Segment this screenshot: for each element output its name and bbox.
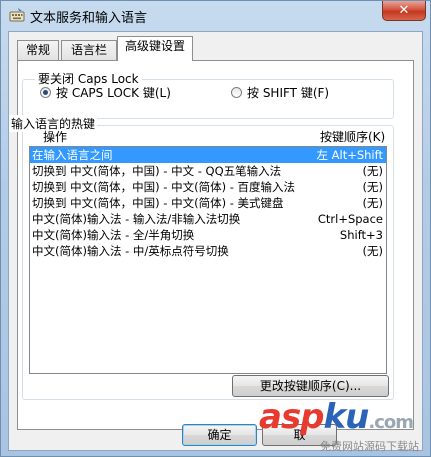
hotkey-keys: Shift+3 xyxy=(339,228,383,242)
column-header-action: 操作 xyxy=(43,130,68,144)
hotkey-row[interactable]: 中文(简体)输入法 - 中/英标点符号切换 (无) xyxy=(30,243,386,259)
hotkey-action: 切换到 中文(简体，中国) - 中文(简体) - 百度输入法 xyxy=(32,180,296,194)
radio-shift-key[interactable]: 按 SHIFT 键(F) xyxy=(231,84,329,101)
hotkey-action: 中文(简体)输入法 - 中/英标点符号切换 xyxy=(32,244,229,258)
watermark-brand-a: asp xyxy=(259,397,325,437)
watermark-brand-c: .com xyxy=(368,412,414,433)
hotkey-action: 在输入语言之间 xyxy=(32,148,113,162)
tab-advanced-key-settings[interactable]: 高级键设置 xyxy=(117,36,193,61)
column-header-keys: 按键顺序(K) xyxy=(320,130,386,144)
hotkey-row[interactable]: 中文(简体)输入法 - 全/半角切换 Shift+3 xyxy=(30,227,386,243)
hotkey-row[interactable]: 切换到 中文(简体，中国) - 中文(简体) - 美式键盘 (无) xyxy=(30,195,386,211)
hotkey-row[interactable]: 在输入语言之间 左 Alt+Shift xyxy=(30,147,386,163)
radio-shift-label: 按 SHIFT 键(F) xyxy=(247,86,330,100)
hotkey-row[interactable]: 切换到 中文(简体，中国) - 中文 - QQ五笔输入法 (无) xyxy=(30,163,386,179)
title-bar[interactable]: 文本服务和输入语言 ✕ xyxy=(1,1,430,29)
hotkey-action: 切换到 中文(简体，中国) - 中文 - QQ五笔输入法 xyxy=(32,164,282,178)
hotkey-keys: (无) xyxy=(362,244,383,258)
window-title: 文本服务和输入语言 xyxy=(30,11,148,26)
hotkey-list[interactable]: 在输入语言之间 左 Alt+Shift 切换到 中文(简体，中国) - 中文 -… xyxy=(29,146,387,374)
change-key-sequence-button[interactable]: 更改按键顺序(C)... xyxy=(232,375,389,397)
radio-unchecked-icon xyxy=(231,87,242,98)
hotkey-keys: (无) xyxy=(362,180,383,194)
tab-language-bar[interactable]: 语言栏 xyxy=(61,40,117,60)
hotkey-action: 中文(简体)输入法 - 全/半角切换 xyxy=(32,228,195,242)
close-button[interactable]: ✕ xyxy=(382,1,426,21)
watermark-brand-b: ku xyxy=(323,397,370,437)
hotkey-row[interactable]: 切换到 中文(简体，中国) - 中文(简体) - 百度输入法 (无) xyxy=(30,179,386,195)
radio-checked-icon xyxy=(40,87,51,98)
watermark-logo: aspku.com xyxy=(259,397,414,437)
radio-caps-lock-key[interactable]: 按 CAPS LOCK 键(L) xyxy=(40,84,171,101)
watermark-tagline: 免费网站源码下载站 xyxy=(320,440,419,453)
radio-caps-lock-label: 按 CAPS LOCK 键(L) xyxy=(56,86,171,100)
hotkey-row[interactable]: 中文(简体)输入法 - 输入法/非输入法切换 Ctrl+Space xyxy=(30,211,386,227)
hotkey-keys: Ctrl+Space xyxy=(317,212,383,226)
hotkey-keys: (无) xyxy=(362,196,383,210)
dialog-client: 常规 语言栏 高级键设置 要关闭 Caps Lock 按 CAPS LOCK 键… xyxy=(8,31,423,451)
hotkey-action: 切换到 中文(简体，中国) - 中文(简体) - 美式键盘 xyxy=(32,196,284,210)
dialog-window: 文本服务和输入语言 ✕ 常规 语言栏 高级键设置 要关闭 Caps Lock 按… xyxy=(0,0,431,457)
hotkey-keys: 左 Alt+Shift xyxy=(316,148,383,162)
keyboard-icon xyxy=(9,8,25,22)
hotkey-action: 中文(简体)输入法 - 输入法/非输入法切换 xyxy=(32,212,241,226)
ok-button[interactable]: 确定 xyxy=(182,424,257,446)
hotkey-keys: (无) xyxy=(362,164,383,178)
tab-general[interactable]: 常规 xyxy=(17,40,59,60)
